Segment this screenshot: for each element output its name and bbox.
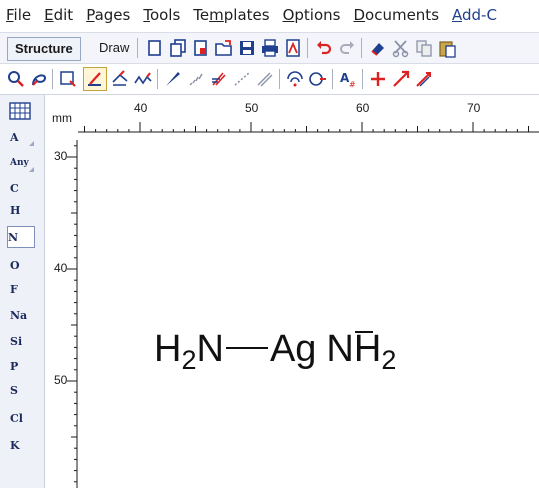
- redo-icon[interactable]: [337, 38, 357, 58]
- duplicate-page-icon[interactable]: [168, 38, 188, 58]
- ring-attach-icon[interactable]: [308, 69, 328, 89]
- ruler-label: 50: [245, 101, 259, 115]
- negative-charge-bar: [355, 331, 373, 333]
- element-button[interactable]: Na: [10, 305, 36, 325]
- subscript-left: 2: [181, 345, 197, 375]
- undo-icon[interactable]: [314, 38, 334, 58]
- element-symbol: H: [10, 203, 21, 217]
- dashed-bond-icon[interactable]: [232, 69, 252, 89]
- chain-tool-icon[interactable]: [110, 69, 130, 89]
- single-bond-tool-icon[interactable]: [83, 67, 107, 91]
- ruler-label: 30: [54, 149, 68, 163]
- element-symbol: C: [10, 181, 19, 195]
- menu-addons[interactable]: Add-C: [452, 6, 497, 24]
- element-symbol: N: [8, 230, 19, 244]
- element-symbol: Na: [10, 308, 28, 322]
- ring-tool-icon[interactable]: [285, 69, 305, 89]
- copy-icon[interactable]: [414, 38, 434, 58]
- element-symbol: Si: [10, 334, 23, 348]
- subscript-right: 2: [381, 345, 397, 375]
- menu-options[interactable]: Options: [283, 6, 341, 24]
- toolbar-separator: [137, 38, 138, 58]
- menu-templates[interactable]: Templates: [193, 6, 269, 24]
- export-pdf-icon[interactable]: [283, 38, 303, 58]
- element-button[interactable]: A: [10, 127, 36, 147]
- main-toolbar: Structure Draw: [0, 32, 539, 64]
- reaction-arrow-icon[interactable]: [414, 69, 434, 89]
- element-button[interactable]: O: [10, 255, 36, 275]
- toolbar-separator: [361, 38, 362, 58]
- zigzag-chain-icon[interactable]: [133, 69, 153, 89]
- element-symbol: A: [10, 130, 19, 144]
- toolbar-separator: [157, 69, 158, 89]
- print-icon[interactable]: [260, 38, 280, 58]
- wedge-bond-icon[interactable]: [163, 69, 183, 89]
- element-symbol: K: [10, 438, 20, 452]
- element-button[interactable]: S: [10, 380, 36, 400]
- element-symbol: S: [10, 383, 18, 397]
- cut-icon[interactable]: [391, 38, 411, 58]
- draw-mode-button[interactable]: Draw: [93, 37, 135, 59]
- svg-text:#: #: [349, 80, 356, 89]
- menu-edit[interactable]: Edit: [44, 6, 73, 24]
- element-button[interactable]: Si: [10, 331, 36, 351]
- save-icon[interactable]: [237, 38, 257, 58]
- element-button[interactable]: K: [10, 435, 36, 455]
- element-button[interactable]: H: [10, 200, 36, 220]
- element-symbol: O: [10, 258, 20, 272]
- submenu-corner-icon: [29, 141, 34, 146]
- open-folder-icon[interactable]: [214, 38, 234, 58]
- menu-file[interactable]: File: [6, 6, 31, 24]
- toolbar-separator: [332, 69, 333, 89]
- element-symbol: F: [10, 282, 18, 296]
- hashed-bond-icon[interactable]: [186, 69, 206, 89]
- atom-n-left: N: [196, 328, 224, 370]
- template-page-icon[interactable]: [191, 38, 211, 58]
- element-button[interactable]: Any: [10, 153, 36, 173]
- element-button[interactable]: N: [7, 226, 35, 248]
- single-bond: [225, 347, 268, 349]
- atom-nh-right: NH: [326, 328, 382, 370]
- toolbar-separator: [52, 69, 53, 89]
- atom-label-tool-icon[interactable]: A #: [338, 69, 358, 89]
- element-button[interactable]: P: [10, 356, 36, 376]
- structure-mode-button[interactable]: Structure: [7, 37, 81, 61]
- element-button[interactable]: C: [10, 178, 36, 198]
- paste-icon[interactable]: [437, 38, 457, 58]
- ruler-label: 40: [54, 261, 68, 275]
- element-button[interactable]: Cl: [10, 408, 36, 428]
- molecule-formula[interactable]: H2N Ag NH2: [154, 328, 396, 376]
- toolbar-separator: [279, 69, 280, 89]
- ruler-unit-label: mm: [52, 111, 72, 125]
- element-symbol: P: [10, 359, 19, 373]
- arrow-tool-icon[interactable]: [391, 69, 411, 89]
- eraser-icon[interactable]: [368, 38, 388, 58]
- menu-bar: File Edit Pages Tools Templates Options …: [0, 0, 539, 30]
- ruler-label: 40: [134, 101, 148, 115]
- double-bond-tool-icon[interactable]: [255, 69, 275, 89]
- ruler-label: 60: [356, 101, 370, 115]
- vertical-ruler: [67, 140, 78, 488]
- element-symbol: Any: [10, 158, 29, 168]
- menu-documents[interactable]: Documents: [353, 6, 439, 24]
- select-rectangle-icon[interactable]: [58, 69, 78, 89]
- submenu-corner-icon: [29, 167, 34, 172]
- new-page-icon[interactable]: [145, 38, 165, 58]
- menu-pages[interactable]: Pages: [86, 6, 130, 24]
- menu-tools[interactable]: Tools: [143, 6, 180, 24]
- toolbar-separator: [307, 38, 308, 58]
- lasso-icon[interactable]: [29, 69, 49, 89]
- bold-bond-icon[interactable]: [209, 69, 229, 89]
- charge-plus-icon[interactable]: [368, 69, 388, 89]
- element-symbol: Cl: [10, 411, 23, 425]
- periodic-table-icon[interactable]: [9, 101, 31, 121]
- atom-h-left: H: [154, 328, 182, 370]
- zoom-icon[interactable]: [6, 69, 26, 89]
- element-button[interactable]: F: [10, 279, 36, 299]
- drawing-toolbar: A #: [0, 64, 539, 95]
- toolbar-separator: [362, 69, 363, 89]
- atom-ag: Ag: [269, 328, 317, 370]
- ruler-label: 50: [54, 373, 68, 387]
- ruler-label: 70: [467, 101, 481, 115]
